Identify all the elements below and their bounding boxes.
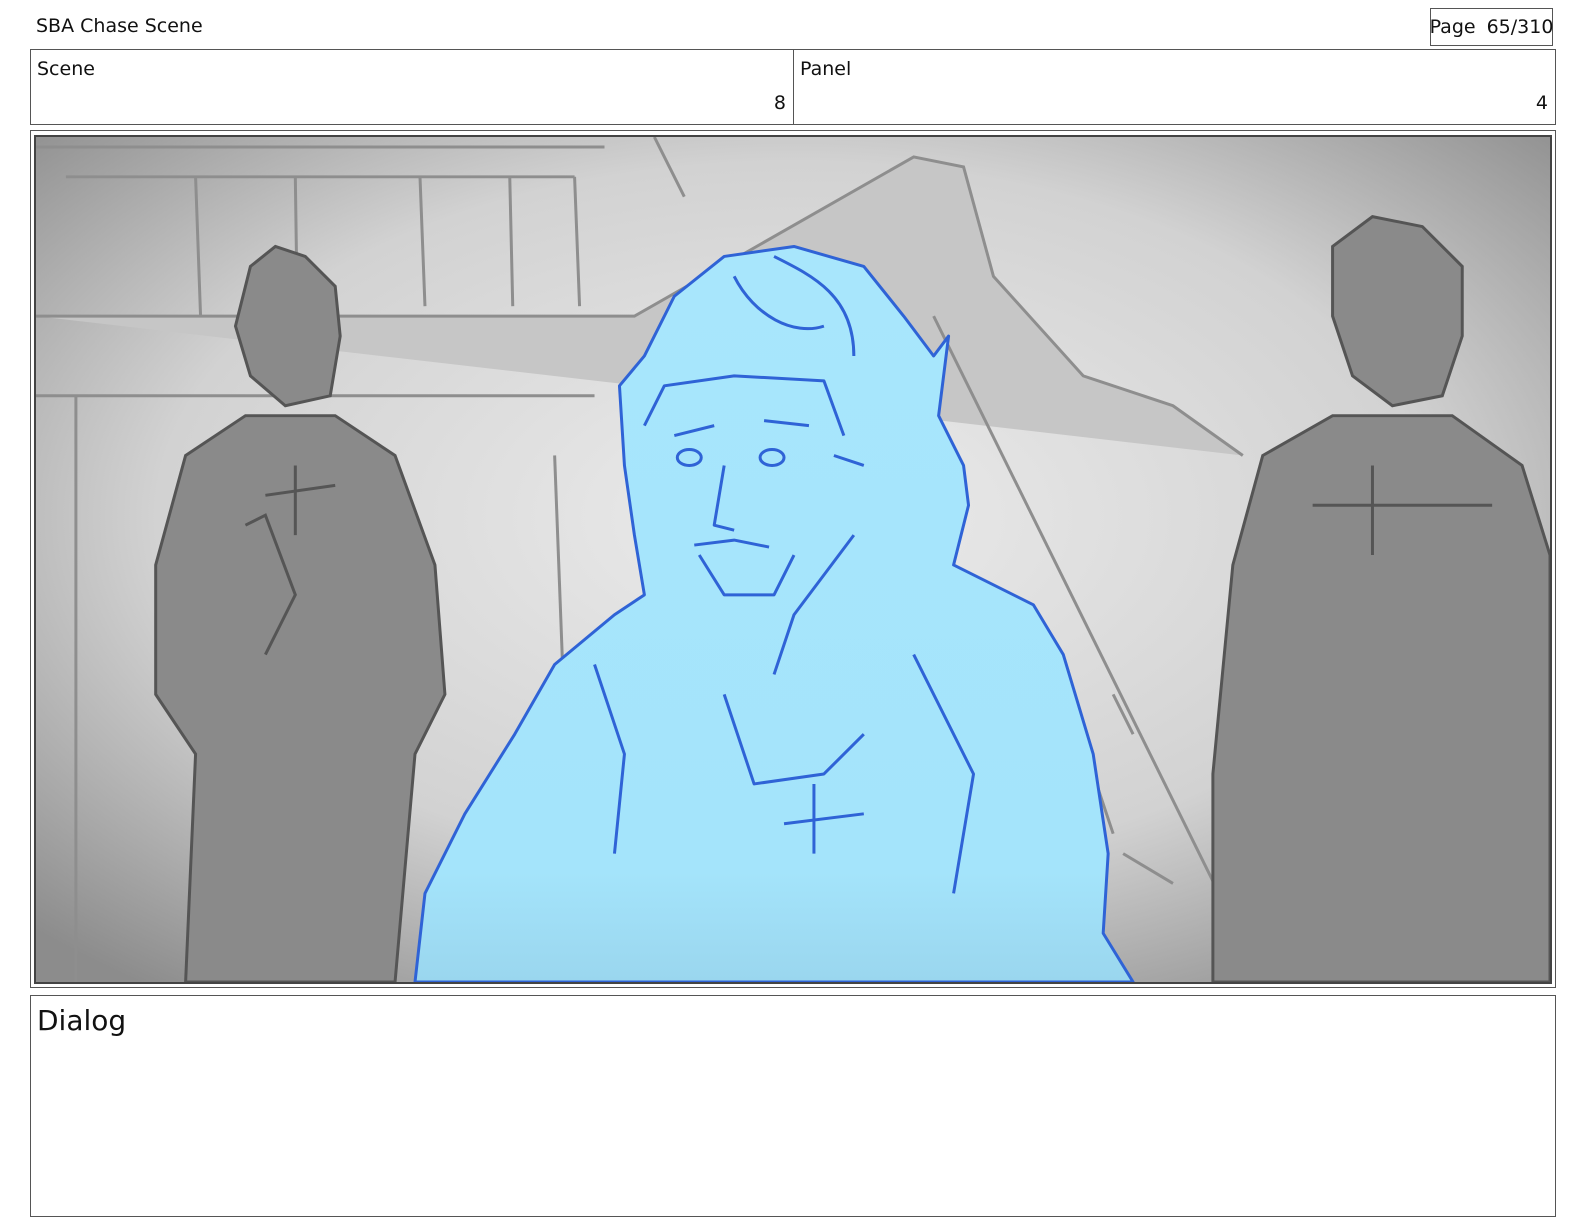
page-label: Page bbox=[1429, 16, 1476, 38]
dialog-box: Dialog bbox=[30, 995, 1556, 1217]
panel-cell: Panel 4 bbox=[794, 50, 1555, 124]
panel-label: Panel bbox=[800, 58, 852, 80]
document-title: SBA Chase Scene bbox=[36, 15, 203, 37]
storyboard-sketch bbox=[36, 137, 1550, 982]
scene-cell: Scene 8 bbox=[31, 50, 794, 124]
scene-number: 8 bbox=[773, 92, 786, 114]
panel-number: 4 bbox=[1535, 92, 1548, 114]
storyboard-image bbox=[34, 135, 1552, 984]
page-number: 65/310 bbox=[1486, 16, 1554, 38]
scene-label: Scene bbox=[37, 58, 95, 80]
scene-panel-row: Scene 8 Panel 4 bbox=[30, 49, 1556, 125]
page-indicator: Page 65/310 bbox=[1430, 8, 1553, 46]
dialog-label: Dialog bbox=[37, 1004, 127, 1037]
